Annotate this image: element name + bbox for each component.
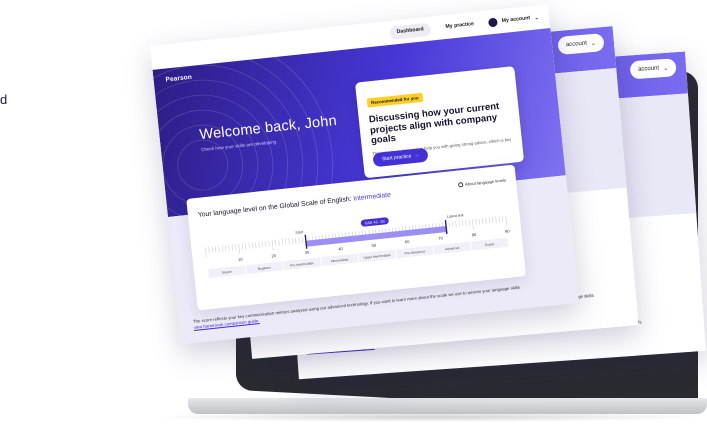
scale-tick [298, 237, 300, 244]
scale-tick [215, 246, 217, 253]
account-label: My account [501, 15, 531, 25]
language-level-title: Your language level on the Global Scale … [198, 192, 392, 219]
nav-my-practice[interactable]: My practice [438, 17, 482, 34]
scale-tick [485, 217, 487, 224]
scale-tick [448, 221, 450, 228]
avatar-icon [488, 17, 499, 27]
scale-tick [502, 216, 504, 223]
gse-range-bar [305, 226, 447, 247]
gse-scale: StartLatest testGSE 43 - 501020304050607… [205, 213, 511, 279]
scale-tick-label: 30 [305, 249, 311, 255]
chevron-down-icon: ⌄ [533, 14, 540, 22]
recommendation-card: Recommended for you Discussing how your … [354, 66, 525, 179]
scale-tick-label: 50 [371, 242, 377, 248]
scale-tick [495, 216, 497, 223]
scale-tick [475, 218, 477, 225]
scale-tick [258, 241, 260, 248]
dashboard-screen: Dashboard My practice My account ⌄ Pears… [150, 4, 580, 345]
scale-tick [218, 245, 220, 252]
language-level-value: Intermediate [352, 191, 392, 203]
recommended-badge: Recommended for you [366, 92, 423, 108]
scale-tick [241, 243, 243, 250]
chevron-down-icon: ⌄ [662, 65, 669, 72]
laptop-base [188, 398, 707, 414]
scale-tick-label: 40 [338, 246, 344, 252]
scale-tick [221, 245, 223, 252]
language-level-label: Your language level on the Global Scale … [197, 195, 352, 219]
scale-tick [301, 237, 303, 244]
latest-label: Latest test [447, 213, 464, 219]
scale-tick [205, 247, 207, 258]
scale-tick-label: 80 [471, 232, 477, 238]
scale-tick [478, 218, 480, 225]
scale-tick [211, 246, 213, 253]
start-practice-label: Start practice [381, 153, 412, 163]
scale-tick [268, 240, 270, 247]
scale-tick [458, 220, 460, 227]
scale-tick [255, 242, 257, 249]
scale-tick [235, 244, 237, 251]
about-language-levels-link[interactable]: About language levels [457, 177, 507, 188]
account-menu-pill[interactable]: account ⌄ [629, 58, 677, 80]
chevron-down-icon: ⌄ [590, 40, 597, 47]
scale-tick [468, 219, 470, 226]
scale-tick [208, 246, 210, 253]
arrow-right-icon: → [414, 152, 420, 159]
scale-tick [498, 216, 500, 223]
scale-tick [455, 220, 457, 227]
scale-tick-label: 70 [438, 235, 444, 241]
scale-tick-label: 90 [505, 228, 511, 234]
scale-tick [465, 219, 467, 226]
about-language-levels-label: About language levels [464, 177, 507, 187]
scale-tick [492, 217, 494, 224]
account-menu[interactable]: My account ⌄ [488, 13, 539, 27]
account-label: account [637, 65, 660, 73]
scale-tick [238, 243, 240, 254]
scale-tick [452, 221, 454, 228]
scale-tick-label: 10 [238, 256, 244, 262]
scale-tick [472, 219, 474, 230]
scale-tick [261, 241, 263, 248]
scale-tick [251, 242, 253, 249]
scale-tick [248, 242, 250, 249]
start-marker [304, 234, 308, 249]
info-icon [457, 182, 464, 188]
scale-tick-label: 20 [271, 253, 277, 259]
scale-tick [228, 244, 230, 251]
scale-tick [275, 239, 277, 246]
account-label: account [565, 40, 588, 49]
scale-tick [288, 238, 290, 245]
scale-tick [295, 237, 297, 244]
scale-tick [231, 244, 233, 251]
start-label: Start [295, 230, 303, 235]
scale-tick [225, 245, 227, 252]
scale-tick [271, 240, 274, 251]
scale-tick [505, 215, 507, 226]
scale-tick [482, 218, 484, 225]
edge-text-fragment: d [0, 92, 8, 107]
scale-tick [488, 217, 490, 224]
scale-tick [278, 239, 280, 246]
scale-tick [285, 238, 287, 245]
scale-tick [291, 238, 293, 245]
nav-dashboard[interactable]: Dashboard [389, 22, 432, 40]
scale-tick-label: 60 [405, 239, 411, 245]
scale-tick [462, 220, 464, 227]
scale-tick [281, 239, 283, 246]
scale-tick [265, 240, 267, 247]
scale-tick [245, 243, 247, 250]
